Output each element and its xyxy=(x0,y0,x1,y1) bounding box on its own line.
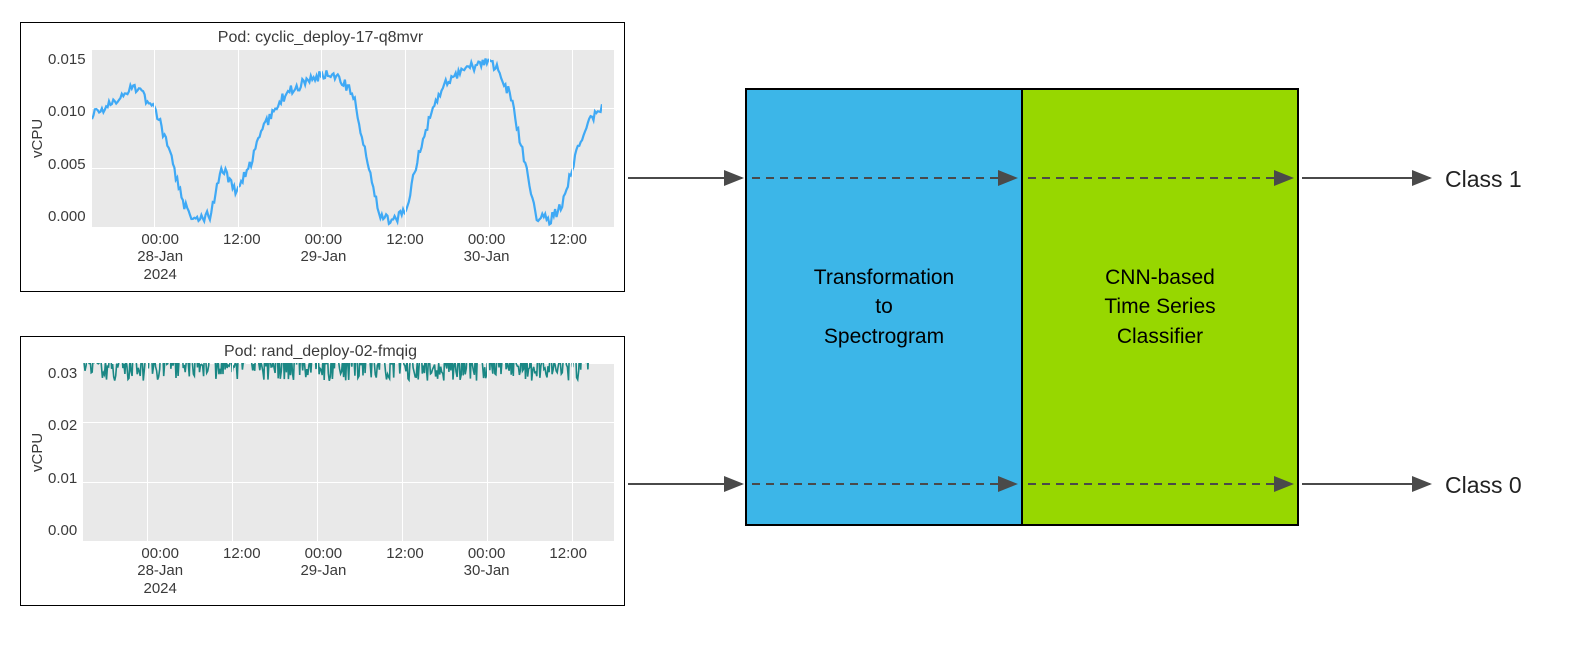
chart-title: Pod: cyclic_deploy-17-q8mvr xyxy=(27,29,614,47)
stage-label: CNN-basedTime SeriesClassifier xyxy=(1104,263,1215,351)
output-class-0: Class 0 xyxy=(1445,472,1522,499)
chart-title: Pod: rand_deploy-02-fmqig xyxy=(27,343,614,361)
y-axis-ticks: 0.015 0.010 0.005 0.000 xyxy=(48,49,92,227)
y-axis-label: vCPU xyxy=(27,363,48,541)
plot-area xyxy=(83,363,614,541)
chart-panel-cyclic: Pod: cyclic_deploy-17-q8mvr vCPU 0.015 0… xyxy=(20,22,625,292)
x-axis-ticks: 00:0028-Jan202412:0000:0029-Jan12:0000:0… xyxy=(99,541,609,597)
stage-label: TransformationtoSpectrogram xyxy=(814,263,954,351)
y-axis-label: vCPU xyxy=(27,49,48,227)
plot-area xyxy=(92,49,614,227)
line-plot-svg xyxy=(92,49,602,227)
chart-panel-rand: Pod: rand_deploy-02-fmqig vCPU 0.03 0.02… xyxy=(20,336,625,606)
x-axis-ticks: 00:0028-Jan202412:0000:0029-Jan12:0000:0… xyxy=(99,227,609,283)
stage-transformation: TransformationtoSpectrogram xyxy=(745,88,1023,526)
stage-classifier: CNN-basedTime SeriesClassifier xyxy=(1021,88,1299,526)
y-axis-ticks: 0.03 0.02 0.01 0.00 xyxy=(48,363,83,541)
line-plot-svg xyxy=(83,363,593,541)
output-class-1: Class 1 xyxy=(1445,166,1522,193)
